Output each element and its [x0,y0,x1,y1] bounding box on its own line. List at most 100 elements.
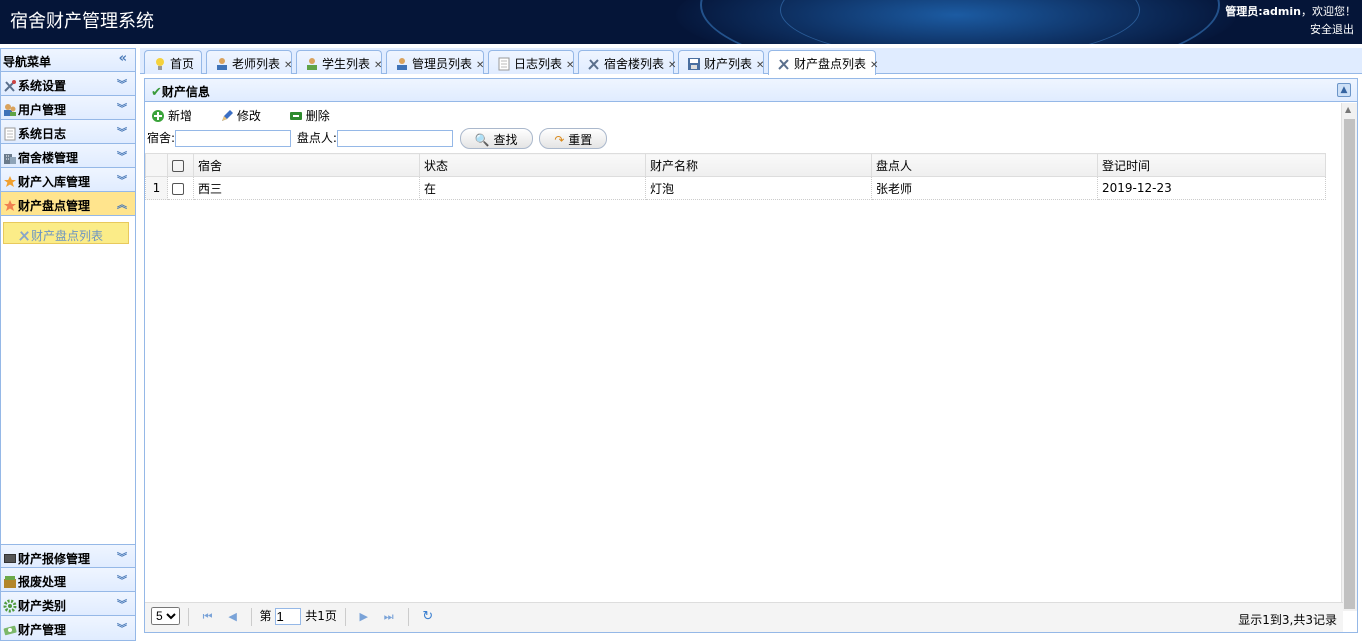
column-header[interactable]: 状态 [419,153,646,177]
chevron-up-icon: ︽ [117,200,127,211]
sidebar-section-asset-management[interactable]: 财产管理 ︾ [1,616,135,640]
checker-input[interactable] [336,130,453,147]
search-button[interactable]: 🔍 查找 [459,128,533,149]
users-icon [4,104,16,116]
last-page-icon[interactable]: ⏭ [384,610,394,624]
tab-label: 老师列表 [232,57,281,71]
tab-label: 日志列表 [514,57,563,71]
table-cell: 西三 [193,176,420,200]
table-cell: 2019-12-23 [1097,176,1326,200]
delete-label: 删除 [305,109,330,123]
tab-admin-list[interactable]: 管理员列表 ✕ [386,50,484,74]
chevron-down-icon: ︾ [117,576,127,587]
collapse-panel-icon[interactable]: ▲ [1337,83,1351,97]
table-cell: 张老师 [871,176,1098,200]
close-icon[interactable]: ✕ [566,60,574,71]
chevron-down-icon: ︾ [117,624,127,635]
star-icon [4,176,16,187]
section-label: 宿舍楼管理 [18,151,79,165]
toolbar: 新增 修改 删除 [145,102,1357,126]
app-title: 宿舍财产管理系统 [10,11,154,32]
section-label: 系统设置 [18,79,67,93]
tools-icon [778,59,789,70]
scrollbar-thumb[interactable] [1344,119,1355,609]
first-page-icon[interactable]: ⏮ [203,610,213,624]
prev-page-icon[interactable]: ◀ [228,610,236,623]
sidebar-section-asset-category[interactable]: 财产类别 ︾ [1,592,135,616]
search-label: 查找 [493,133,518,147]
box-icon [4,576,16,588]
tab-label: 财产列表 [704,57,753,71]
search-icon: 🔍 [474,133,490,147]
sidebar-section-asset-inbound[interactable]: 财产入库管理 ︾ [1,168,135,192]
section-label: 财产入库管理 [18,175,91,189]
column-header[interactable]: 登记时间 [1097,153,1326,177]
checker-label: 盘点人: [296,131,337,145]
next-page-icon[interactable]: ▶ [359,610,367,623]
sidebar-section-scrap[interactable]: 报废处理 ︾ [1,568,135,592]
tab-student-list[interactable]: 学生列表 ✕ [296,50,382,74]
tab-log-list[interactable]: 日志列表 ✕ [488,50,574,74]
building-icon [4,154,16,164]
table-cell: 灯泡 [645,176,872,200]
tab-label: 学生列表 [322,57,371,71]
vertical-scrollbar[interactable]: ▲ [1341,103,1357,611]
sidebar-item-asset-inventory-list[interactable]: 财产盘点列表 [3,222,129,244]
select-all-checkbox[interactable] [167,153,194,177]
sidebar-section-dorm-building[interactable]: 宿舍楼管理 ︾ [1,144,135,168]
sidebar-section-asset-inventory[interactable]: 财产盘点管理 ︽ [1,192,135,216]
sidebar-section-system-log[interactable]: 系统日志 ︾ [1,120,135,144]
refresh-icon[interactable]: ↻ [422,609,433,624]
column-header[interactable]: 宿舍 [193,153,420,177]
close-icon[interactable]: ✕ [870,60,878,71]
column-header[interactable]: 财产名称 [645,153,872,177]
edit-button[interactable]: 修改 [220,109,273,123]
close-icon[interactable]: ✕ [756,60,764,71]
chevron-down-icon: ︾ [117,128,127,139]
user-name: admin [1262,5,1301,18]
chevron-down-icon: ︾ [117,176,127,187]
sidebar-section-user-management[interactable]: 用户管理 ︾ [1,96,135,120]
gear-icon [3,599,17,613]
sidebar-title: 导航菜单 [3,55,52,69]
tab-asset-inventory-list[interactable]: 财产盘点列表 ✕ [768,50,878,75]
logout-link[interactable]: 安全退出 [1310,21,1354,37]
scroll-up-icon[interactable]: ▲ [1345,105,1351,114]
page-number-input[interactable] [275,608,302,625]
tab-asset-list[interactable]: 财产列表 ✕ [678,50,764,74]
bulb-icon [156,58,164,70]
divider [250,607,252,626]
collapse-sidebar-icon[interactable]: « [119,51,127,66]
tab-teacher-list[interactable]: 老师列表 ✕ [206,50,292,74]
minus-icon [289,112,302,120]
sidebar-section-asset-repair[interactable]: 财产报修管理 ︾ [1,544,135,568]
header-arc-decoration-inner [780,0,1140,44]
section-label: 财产类别 [18,599,67,613]
delete-button[interactable]: 删除 [289,109,342,123]
user-icon [217,58,227,70]
tab-label: 宿舍楼列表 [604,57,665,71]
column-header[interactable]: 盘点人 [871,153,1098,177]
tab-home[interactable]: 首页 [144,50,202,74]
table-row[interactable]: 1 西三 在 灯泡 张老师 2019-12-23 [145,176,1326,200]
monitor-icon [4,554,16,563]
search-bar: 宿舍: 盘点人: 🔍 查找 ↷ 重置 [145,126,1357,150]
plus-icon [152,110,164,122]
page-size-select[interactable]: 5 [151,607,180,625]
divider [187,607,189,626]
tab-building-list[interactable]: 宿舍楼列表 ✕ [578,50,676,74]
add-button[interactable]: 新增 [151,109,204,123]
page-prefix: 第 [259,609,272,623]
close-icon[interactable]: ✕ [476,60,484,71]
row-checkbox[interactable] [167,176,194,200]
chevron-down-icon: ︾ [117,152,127,163]
close-icon[interactable]: ✕ [668,60,676,71]
panel-title: 财产信息 [161,85,210,99]
sidebar-section-system-settings[interactable]: 系统设置 ︾ [1,72,135,96]
close-icon[interactable]: ✕ [284,60,292,71]
reset-button[interactable]: ↷ 重置 [539,128,608,149]
dorm-input[interactable] [175,130,292,147]
chevron-down-icon: ︾ [117,80,127,91]
close-icon[interactable]: ✕ [374,60,382,71]
table-cell: 在 [419,176,646,200]
